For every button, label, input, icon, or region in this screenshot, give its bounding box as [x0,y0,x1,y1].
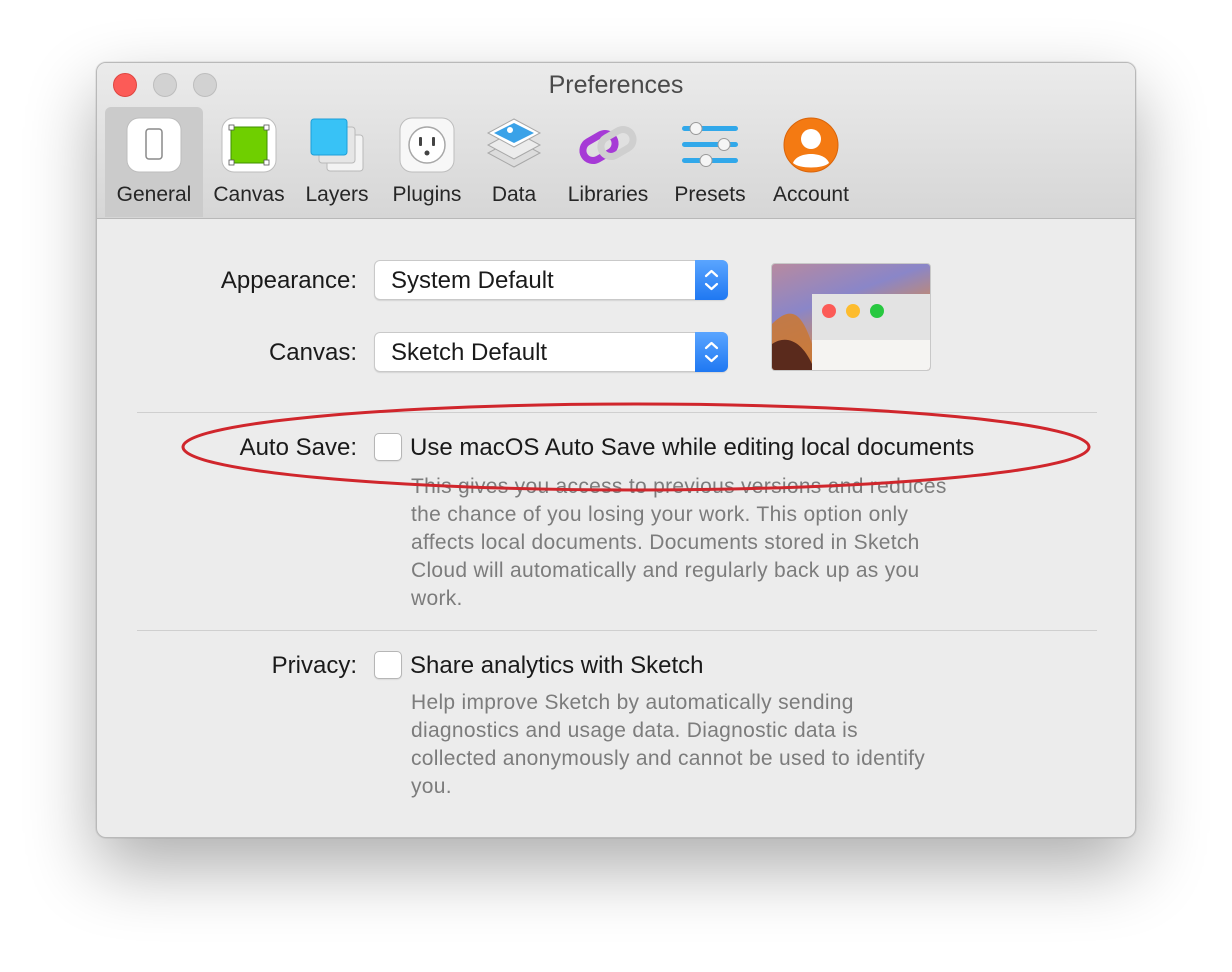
tab-plugins-label: Plugins [392,183,462,206]
auto-save-description-line: This gives you access to previous versio… [411,475,947,498]
appearance-label: Appearance: [220,267,357,294]
auto-save-description: This gives you access to previous versio… [411,473,1011,613]
window-title: Preferences [548,71,684,99]
tab-canvas-label: Canvas [213,183,285,206]
tab-layers-label: Layers [305,183,369,206]
tab-general[interactable]: General [105,107,203,217]
privacy-description: Help improve Sketch by automatically sen… [411,689,1011,801]
tab-libraries[interactable]: Libraries [561,107,655,217]
divider [137,630,1097,631]
appearance-select[interactable]: System Default [374,260,728,300]
tab-data[interactable]: Data [477,107,551,217]
tab-presets[interactable]: Presets [667,107,753,217]
privacy-checkbox[interactable] [374,651,402,679]
privacy-description-line: diagnostics and usage data. Diagnostic d… [411,719,858,742]
tab-data-label: Data [491,183,537,206]
account-icon [781,115,841,175]
tab-canvas[interactable]: Canvas [209,107,289,217]
canvas-icon [219,115,279,175]
privacy-description-line: you. [411,775,452,798]
auto-save-label: Auto Save: [239,434,357,461]
libraries-icon [578,115,638,175]
tab-plugins[interactable]: Plugins [385,107,469,217]
auto-save-checkbox[interactable] [374,433,402,461]
auto-save-description-line: work. [411,587,463,610]
general-icon [124,115,184,175]
appearance-select-value: System Default [391,267,554,294]
auto-save-description-line: Cloud will automatically and regularly b… [411,559,920,582]
canvas-select[interactable]: Sketch Default [374,332,728,372]
preferences-window: Preferences General Canvas Layers Plugin… [96,62,1136,838]
divider [137,412,1097,413]
auto-save-description-line: the chance of you losing your work. This… [411,503,909,526]
layers-icon [307,115,367,175]
tab-libraries-label: Libraries [567,183,649,206]
tab-account[interactable]: Account [763,107,859,217]
presets-icon [680,115,740,175]
tab-layers[interactable]: Layers [297,107,377,217]
canvas-select-value: Sketch Default [391,339,548,366]
chevron-updown-icon [695,260,728,300]
chevron-updown-icon [695,332,728,372]
privacy-checkbox-label[interactable]: Share analytics with Sketch [410,652,703,680]
plugins-icon [397,115,457,175]
auto-save-description-line: affects local documents. Documents store… [411,531,920,554]
auto-save-checkbox-label[interactable]: Use macOS Auto Save while editing local … [410,434,974,462]
tab-general-label: General [116,183,192,206]
tab-presets-label: Presets [674,183,746,206]
titlebar: Preferences General Canvas Layers Plugin… [97,63,1135,219]
privacy-label: Privacy: [271,652,357,679]
privacy-description-line: collected anonymously and cannot be used… [411,747,926,770]
privacy-description-line: Help improve Sketch by automatically sen… [411,691,854,714]
data-icon [484,115,544,175]
canvas-label: Canvas: [268,339,357,366]
appearance-preview-image [771,263,931,371]
tab-account-label: Account [773,183,849,206]
